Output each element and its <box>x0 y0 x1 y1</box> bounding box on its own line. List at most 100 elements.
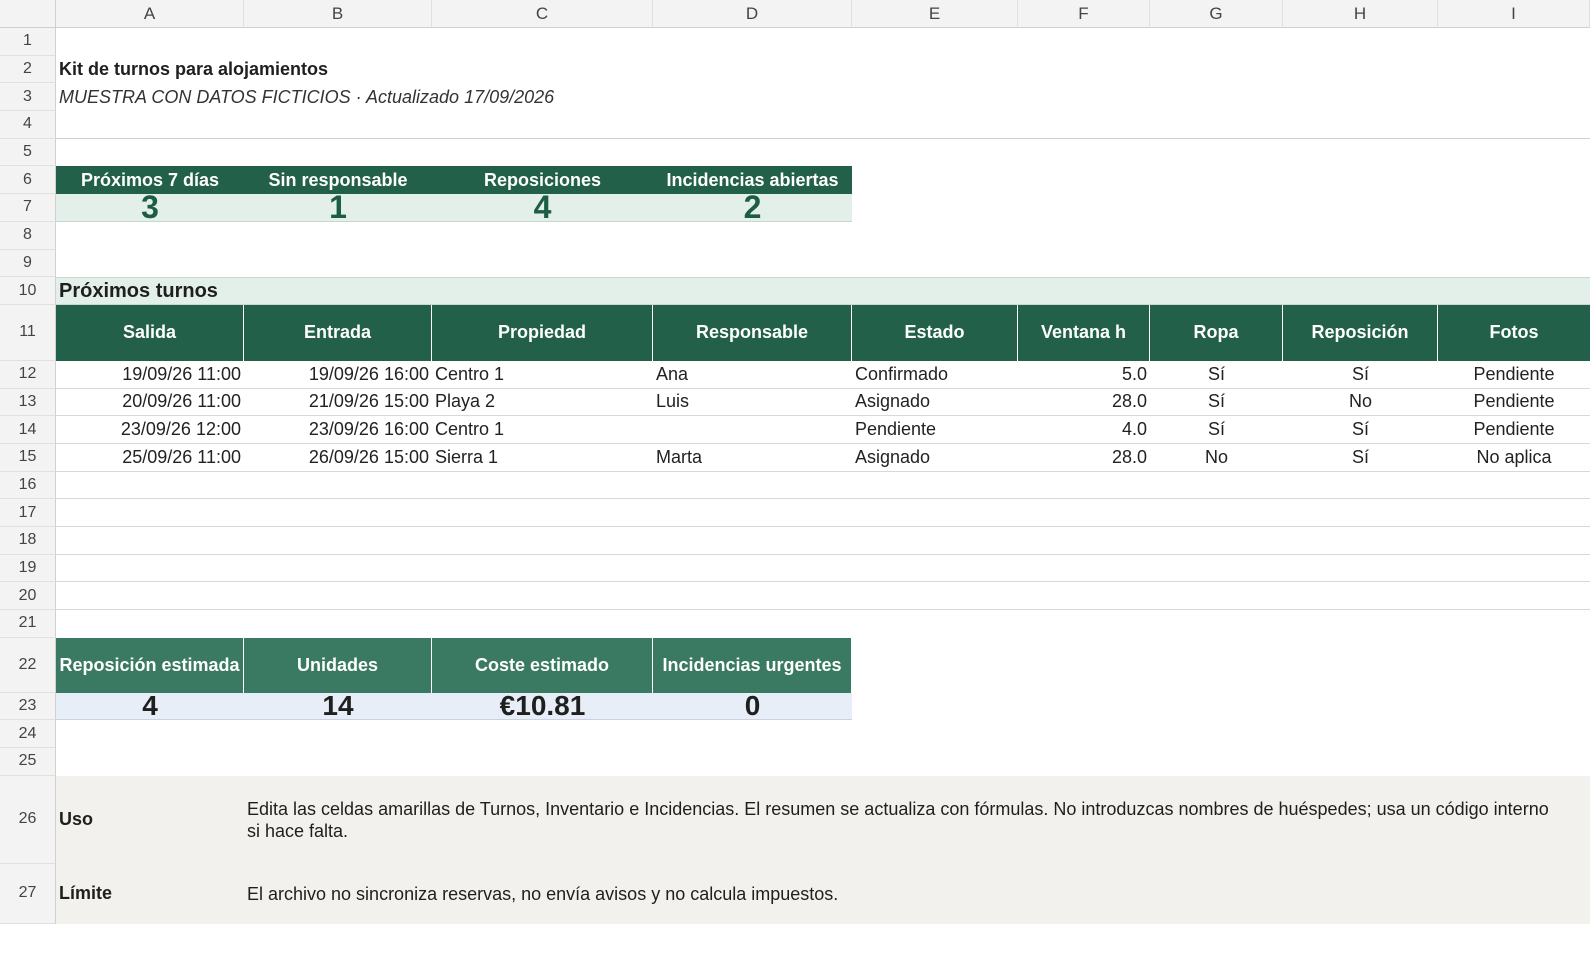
kpi-value-no-owner[interactable]: 1 <box>244 194 432 222</box>
row-header-3[interactable]: 3 <box>0 83 56 112</box>
table-header-salida[interactable]: Salida <box>56 304 244 361</box>
table-cell[interactable]: Sí <box>1283 444 1438 472</box>
row-header-10[interactable]: 10 <box>0 277 56 305</box>
table-cell[interactable]: No aplica <box>1438 444 1590 472</box>
column-header-i[interactable]: I <box>1438 0 1590 28</box>
replenishment-value-estimated[interactable]: 4 <box>56 692 244 721</box>
table-cell[interactable]: 19/09/26 16:00 <box>244 361 432 389</box>
row-header-13[interactable]: 13 <box>0 388 56 417</box>
table-cell[interactable]: Sí <box>1150 389 1283 417</box>
table-header-ropa[interactable]: Ropa <box>1150 304 1283 361</box>
replenishment-value-urgent[interactable]: 0 <box>653 692 852 721</box>
table-header-reposicion[interactable]: Reposición <box>1283 304 1438 361</box>
replenishment-label-estimated[interactable]: Reposición estimada <box>56 637 244 693</box>
kpi-label-next-7-days[interactable]: Próximos 7 días <box>56 166 244 195</box>
table-cell[interactable]: Pendiente <box>1438 416 1590 444</box>
column-header-c[interactable]: C <box>432 0 653 28</box>
table-cell[interactable]: Sí <box>1150 416 1283 444</box>
table-cell[interactable]: Pendiente <box>1438 389 1590 417</box>
column-header-a[interactable]: A <box>56 0 244 28</box>
row-header-12[interactable]: 12 <box>0 360 56 389</box>
table-cell[interactable]: Sí <box>1150 361 1283 389</box>
table-cell[interactable]: Ana <box>653 361 852 389</box>
note-text-uso[interactable]: Edita las celdas amarillas de Turnos, In… <box>244 775 1590 864</box>
table-cell[interactable]: Sí <box>1283 361 1438 389</box>
table-cell[interactable]: 23/09/26 16:00 <box>244 416 432 444</box>
table-cell[interactable]: 21/09/26 15:00 <box>244 389 432 417</box>
row-header-2[interactable]: 2 <box>0 55 56 84</box>
row-header-16[interactable]: 16 <box>0 471 56 500</box>
table-cell[interactable]: Pendiente <box>852 416 1018 444</box>
row-header-6[interactable]: 6 <box>0 166 56 195</box>
replenishment-label-cost[interactable]: Coste estimado <box>432 637 653 693</box>
table-cell[interactable]: No <box>1283 389 1438 417</box>
table-cell[interactable]: 4.0 <box>1018 416 1150 444</box>
row-header-23[interactable]: 23 <box>0 692 56 721</box>
table-cell[interactable]: Luis <box>653 389 852 417</box>
table-cell[interactable]: Asignado <box>852 389 1018 417</box>
table-cell[interactable]: Playa 2 <box>432 389 653 417</box>
table-cell[interactable]: Pendiente <box>1438 361 1590 389</box>
table-header-estado[interactable]: Estado <box>852 304 1018 361</box>
row-header-24[interactable]: 24 <box>0 720 56 749</box>
row-header-19[interactable]: 19 <box>0 554 56 583</box>
table-cell[interactable]: 28.0 <box>1018 444 1150 472</box>
row-header-25[interactable]: 25 <box>0 748 56 776</box>
column-header-e[interactable]: E <box>852 0 1018 28</box>
empty-table-row[interactable] <box>56 555 1590 583</box>
table-cell[interactable]: 19/09/26 11:00 <box>56 361 244 389</box>
row-header-15[interactable]: 15 <box>0 443 56 472</box>
table-cell[interactable]: Sierra 1 <box>432 444 653 472</box>
table-header-propiedad[interactable]: Propiedad <box>432 304 653 361</box>
row-header-17[interactable]: 17 <box>0 499 56 527</box>
kpi-value-replenishments[interactable]: 4 <box>432 194 653 222</box>
table-header-ventana[interactable]: Ventana h <box>1018 304 1150 361</box>
replenishment-label-units[interactable]: Unidades <box>244 637 432 693</box>
replenishment-value-units[interactable]: 14 <box>244 692 432 721</box>
empty-table-row[interactable] <box>56 472 1590 500</box>
kpi-value-open-incidents[interactable]: 2 <box>653 194 852 222</box>
row-header-8[interactable]: 8 <box>0 221 56 250</box>
table-cell[interactable]: Centro 1 <box>432 416 653 444</box>
sheet-subtitle[interactable]: MUESTRA CON DATOS FICTICIOS · Actualizad… <box>56 83 1590 111</box>
table-cell[interactable]: 25/09/26 11:00 <box>56 444 244 472</box>
row-header-27[interactable]: 27 <box>0 863 56 924</box>
table-cell[interactable]: 28.0 <box>1018 389 1150 417</box>
row-header-4[interactable]: 4 <box>0 111 56 139</box>
table-cell[interactable] <box>653 416 852 444</box>
table-cell[interactable]: Sí <box>1283 416 1438 444</box>
note-label-uso[interactable]: Uso <box>56 775 244 864</box>
column-header-f[interactable]: F <box>1018 0 1150 28</box>
table-cell[interactable]: Marta <box>653 444 852 472</box>
note-label-limite[interactable]: Límite <box>56 863 244 924</box>
empty-table-row[interactable] <box>56 499 1590 527</box>
row-header-21[interactable]: 21 <box>0 610 56 638</box>
row-header-26[interactable]: 26 <box>0 775 56 864</box>
column-header-h[interactable]: H <box>1283 0 1438 28</box>
section-title-upcoming-shifts[interactable]: Próximos turnos <box>56 277 1590 305</box>
column-header-g[interactable]: G <box>1150 0 1283 28</box>
kpi-label-no-owner[interactable]: Sin responsable <box>244 166 432 195</box>
row-header-1[interactable]: 1 <box>0 28 56 56</box>
note-text-limite[interactable]: El archivo no sincroniza reservas, no en… <box>244 863 1590 924</box>
table-cell[interactable]: 5.0 <box>1018 361 1150 389</box>
column-header-d[interactable]: D <box>653 0 852 28</box>
table-cell[interactable]: Asignado <box>852 444 1018 472</box>
row-header-9[interactable]: 9 <box>0 249 56 278</box>
table-cell[interactable]: 26/09/26 15:00 <box>244 444 432 472</box>
kpi-label-open-incidents[interactable]: Incidencias abiertas <box>653 166 852 195</box>
kpi-label-replenishments[interactable]: Reposiciones <box>432 166 653 195</box>
row-header-14[interactable]: 14 <box>0 416 56 444</box>
row-header-5[interactable]: 5 <box>0 138 56 167</box>
table-cell[interactable]: Confirmado <box>852 361 1018 389</box>
column-header-b[interactable]: B <box>244 0 432 28</box>
empty-table-row[interactable] <box>56 527 1590 555</box>
row-header-11[interactable]: 11 <box>0 304 56 361</box>
table-cell[interactable]: 20/09/26 11:00 <box>56 389 244 417</box>
replenishment-value-cost[interactable]: €10.81 <box>432 692 653 721</box>
select-all-corner[interactable] <box>0 0 56 28</box>
row-4-cells[interactable] <box>56 111 1590 139</box>
row-header-22[interactable]: 22 <box>0 637 56 693</box>
row-header-7[interactable]: 7 <box>0 194 56 222</box>
table-header-entrada[interactable]: Entrada <box>244 304 432 361</box>
